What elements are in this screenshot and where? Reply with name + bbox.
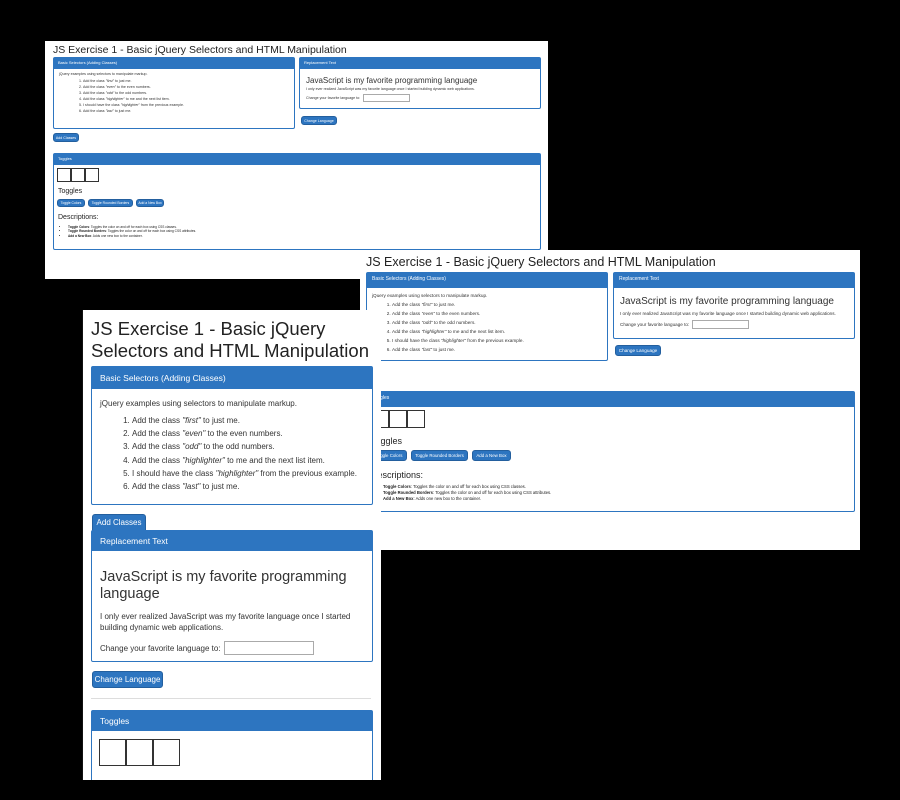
selectors-intro: jQuery examples using selectors to manip… [372, 293, 488, 298]
language-label: Change your favorite language to: [306, 96, 361, 100]
toggles-panel-header: Toggles [92, 711, 372, 731]
list-item: Add the class "last" to just me. [392, 345, 602, 354]
description-item: Add a New Box: Adds one new box to the c… [383, 496, 551, 502]
selectors-panel-header: Basic Selectors (Adding Classes) [92, 367, 372, 389]
box [389, 410, 407, 428]
toggles-panel-header: Toggles [54, 154, 540, 165]
selectors-panel: Basic Selectors (Adding Classes) jQuery … [91, 366, 373, 505]
box [153, 739, 180, 766]
replacement-panel-header: Replacement Text [614, 273, 854, 288]
list-item: Add the class "even" to the even numbers… [132, 427, 364, 440]
box [57, 168, 71, 182]
toggles-panel: Toggles Toggles Toggle Colors Toggle Rou… [53, 153, 541, 250]
selectors-panel-header: Basic Selectors (Adding Classes) [367, 273, 607, 288]
replacement-panel: Replacement Text JavaScript is my favori… [299, 57, 541, 109]
screenshot-mobile: JS Exercise 1 - Basic jQuery Selectors a… [83, 310, 381, 780]
list-item: Add the class "odd" to the odd numbers. [392, 318, 602, 327]
toggles-panel: Toggles Toggles Toggle Colors Toggle Rou… [366, 391, 855, 512]
toggles-panel-header: Toggles [367, 392, 854, 407]
page-title: JS Exercise 1 - Basic jQuery Selectors a… [53, 44, 347, 56]
toggles-subheading: Toggles [58, 188, 83, 195]
box [99, 739, 126, 766]
selectors-panel: Basic Selectors (Adding Classes) jQuery … [53, 57, 295, 129]
language-label: Change your favorite language to: [100, 643, 221, 653]
screenshot-desktop-medium: JS Exercise 1 - Basic jQuery Selectors a… [360, 250, 860, 550]
language-input[interactable] [692, 320, 750, 329]
add-classes-button[interactable]: Add Classes [53, 133, 79, 142]
replacement-paragraph: I only ever realized JavaScript was my f… [620, 311, 836, 316]
selectors-intro: jQuery examples using selectors to manip… [100, 399, 297, 408]
list-item: Add the class "highlighter" to me and th… [132, 454, 364, 467]
screenshot-desktop-small: JS Exercise 1 - Basic jQuery Selectors a… [45, 41, 548, 279]
list-item: Add the class "odd" to the odd numbers. [132, 440, 364, 453]
replacement-panel-header: Replacement Text [92, 531, 372, 551]
replacement-heading: JavaScript is my favorite programming la… [306, 76, 478, 85]
replacement-heading: JavaScript is my favorite programming la… [100, 569, 347, 602]
list-item: Add the class "highlighter" to me and th… [392, 327, 602, 336]
box-container [57, 168, 99, 182]
toggles-panel: Toggles [91, 710, 373, 780]
replacement-panel: Replacement Text JavaScript is my favori… [91, 530, 373, 662]
page-title: JS Exercise 1 - Basic jQuery Selectors a… [366, 255, 716, 269]
description-item: Add a New Box: Adds one new box to the c… [68, 234, 196, 238]
divider [91, 698, 371, 699]
toggle-colors-button[interactable]: Toggle Colors [57, 199, 85, 207]
add-classes-button[interactable]: Add Classes [92, 514, 146, 531]
list-item: Add the class "first" to just me. [392, 300, 602, 309]
replacement-panel-header: Replacement Text [300, 58, 540, 69]
add-new-box-button[interactable]: Add a New Box [136, 199, 164, 207]
change-language-button[interactable]: Change Language [92, 671, 163, 688]
add-new-box-button[interactable]: Add a New Box [472, 450, 511, 461]
change-language-button[interactable]: Change Language [615, 345, 661, 356]
replacement-paragraph: I only ever realized JavaScript was my f… [306, 87, 475, 91]
list-item: Add the class "last" to just me. [83, 108, 289, 114]
language-input[interactable] [223, 641, 314, 655]
box [85, 168, 99, 182]
toggle-rounded-borders-button[interactable]: Toggle Rounded Borders [411, 450, 468, 461]
selectors-intro: jQuery examples using selectors to manip… [59, 72, 148, 76]
replacement-paragraph: I only ever realized JavaScript was my f… [100, 612, 351, 632]
box [71, 168, 85, 182]
selectors-panel: Basic Selectors (Adding Classes) jQuery … [366, 272, 608, 361]
toggle-rounded-borders-button[interactable]: Toggle Rounded Borders [88, 199, 133, 207]
selectors-panel-header: Basic Selectors (Adding Classes) [54, 58, 294, 69]
box [407, 410, 425, 428]
list-item: I should have the class "highlighter" fr… [132, 467, 364, 480]
language-input[interactable] [363, 94, 411, 102]
box [126, 739, 153, 766]
list-item: I should have the class "highlighter" fr… [392, 336, 602, 345]
replacement-panel: Replacement Text JavaScript is my favori… [613, 272, 855, 339]
page-title: JS Exercise 1 - Basic jQuery Selectors a… [91, 318, 369, 361]
list-item: Add the class "last" to just me. [132, 480, 364, 493]
change-language-button[interactable]: Change Language [301, 116, 337, 125]
list-item: Add the class "first" to just me. [132, 414, 364, 427]
replacement-heading: JavaScript is my favorite programming la… [620, 296, 834, 307]
list-item: Add the class "even" to the even numbers… [392, 309, 602, 318]
box-container [99, 739, 180, 766]
descriptions-heading: Descriptions: [58, 214, 99, 221]
language-label: Change your favorite language to: [620, 322, 690, 327]
